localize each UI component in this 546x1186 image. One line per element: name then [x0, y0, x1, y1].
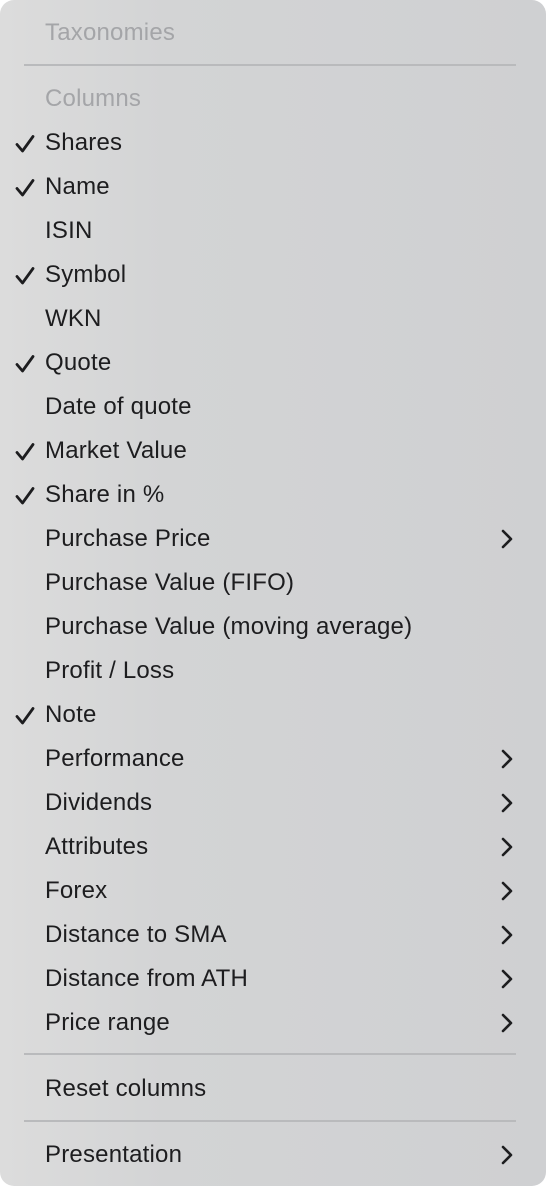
column-item-shares[interactable]: Shares: [0, 121, 546, 165]
presentation-item[interactable]: Presentation: [0, 1133, 546, 1177]
column-item-profit-loss[interactable]: Profit / Loss: [0, 649, 546, 693]
checkmark-icon: [15, 179, 35, 197]
reset-columns-label: Reset columns: [45, 1075, 207, 1102]
columns-header: Columns: [0, 77, 546, 121]
column-item-share-in[interactable]: Share in %: [0, 473, 546, 517]
column-item-label: Note: [45, 701, 97, 728]
presentation-label: Presentation: [45, 1141, 183, 1168]
column-item-label: Name: [45, 173, 110, 200]
column-item-label: Price range: [45, 1009, 170, 1036]
column-item-quote[interactable]: Quote: [0, 341, 546, 385]
menu-separator: [24, 64, 516, 66]
menu-separator: [24, 1053, 516, 1055]
chevron-right-icon: [501, 881, 513, 901]
checkmark-icon: [15, 267, 35, 285]
column-item-label: Profit / Loss: [45, 657, 175, 684]
column-item-label: Distance from ATH: [45, 965, 249, 992]
columns-context-menu: Taxonomies Columns Shares Name ISIN Symbol W…: [0, 0, 546, 1186]
column-item-purchase-value-fifo[interactable]: Purchase Value (FIFO): [0, 561, 546, 605]
taxonomies-header-label: Taxonomies: [45, 19, 176, 46]
taxonomies-header: Taxonomies: [0, 11, 546, 55]
reset-columns-item[interactable]: Reset columns: [0, 1067, 546, 1111]
column-item-label: Symbol: [45, 261, 127, 288]
checkmark-icon: [15, 355, 35, 373]
checkmark-icon: [15, 443, 35, 461]
column-item-performance[interactable]: Performance: [0, 737, 546, 781]
column-item-label: ISIN: [45, 217, 93, 244]
chevron-right-icon: [501, 969, 513, 989]
column-item-distance-to-sma[interactable]: Distance to SMA: [0, 913, 546, 957]
column-item-purchase-price[interactable]: Purchase Price: [0, 517, 546, 561]
column-item-forex[interactable]: Forex: [0, 869, 546, 913]
menu-separator: [24, 1120, 516, 1122]
column-item-symbol[interactable]: Symbol: [0, 253, 546, 297]
chevron-right-icon: [501, 925, 513, 945]
checkmark-icon: [15, 707, 35, 725]
column-item-label: Purchase Price: [45, 525, 211, 552]
column-item-label: Distance to SMA: [45, 921, 227, 948]
column-item-label: Attributes: [45, 833, 149, 860]
chevron-right-icon: [501, 793, 513, 813]
column-item-label: Dividends: [45, 789, 153, 816]
column-item-purchase-value-moving-average[interactable]: Purchase Value (moving average): [0, 605, 546, 649]
chevron-right-icon: [501, 529, 513, 549]
column-item-label: WKN: [45, 305, 102, 332]
column-item-wkn[interactable]: WKN: [0, 297, 546, 341]
column-item-attributes[interactable]: Attributes: [0, 825, 546, 869]
chevron-right-icon: [501, 1145, 513, 1165]
chevron-right-icon: [501, 837, 513, 857]
column-item-label: Date of quote: [45, 393, 192, 420]
column-item-date-of-quote[interactable]: Date of quote: [0, 385, 546, 429]
chevron-right-icon: [501, 749, 513, 769]
column-item-market-value[interactable]: Market Value: [0, 429, 546, 473]
column-item-label: Performance: [45, 745, 185, 772]
column-item-label: Purchase Value (moving average): [45, 613, 413, 640]
column-item-isin[interactable]: ISIN: [0, 209, 546, 253]
column-item-distance-from-ath[interactable]: Distance from ATH: [0, 957, 546, 1001]
columns-header-label: Columns: [45, 85, 142, 112]
column-item-dividends[interactable]: Dividends: [0, 781, 546, 825]
checkmark-icon: [15, 487, 35, 505]
column-item-label: Shares: [45, 129, 123, 156]
checkmark-icon: [15, 135, 35, 153]
column-item-label: Forex: [45, 877, 108, 904]
column-item-label: Market Value: [45, 437, 188, 464]
column-item-label: Quote: [45, 349, 112, 376]
column-item-label: Share in %: [45, 481, 165, 508]
chevron-right-icon: [501, 1013, 513, 1033]
column-item-price-range[interactable]: Price range: [0, 1001, 546, 1045]
column-item-note[interactable]: Note: [0, 693, 546, 737]
column-item-name[interactable]: Name: [0, 165, 546, 209]
column-item-label: Purchase Value (FIFO): [45, 569, 295, 596]
